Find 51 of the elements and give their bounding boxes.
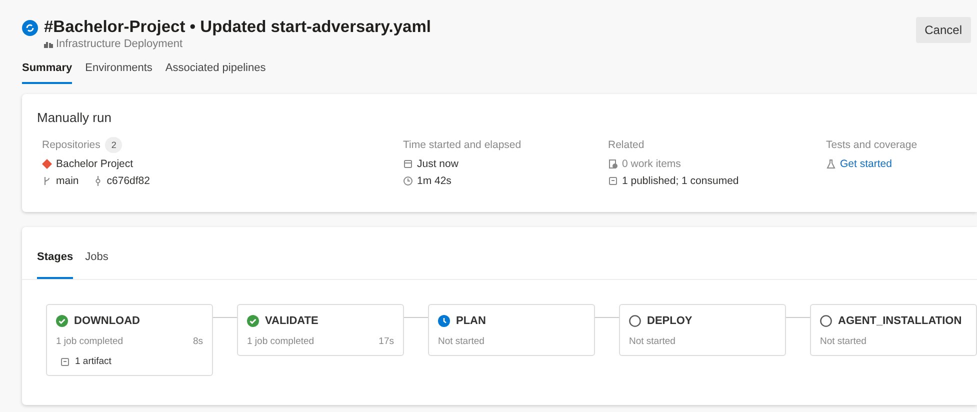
clock-icon bbox=[403, 176, 413, 186]
stage-status: 1 job completed bbox=[247, 336, 314, 347]
column-label: Related bbox=[608, 138, 644, 150]
tab[interactable]: Associated pipelines bbox=[165, 62, 266, 84]
branch-icon bbox=[42, 176, 52, 186]
flask-icon bbox=[826, 159, 836, 169]
stage-status: Not started bbox=[438, 336, 484, 347]
building-icon bbox=[44, 40, 53, 48]
work-items: 0 work items bbox=[622, 158, 681, 170]
column-label: Repositories bbox=[42, 138, 100, 150]
column-label: Tests and coverage bbox=[826, 138, 918, 150]
stage-card[interactable]: PLAN Not started bbox=[428, 304, 595, 356]
tab[interactable]: Summary bbox=[22, 62, 72, 84]
elapsed-time: 1m 42s bbox=[417, 175, 452, 187]
stage-status: Not started bbox=[629, 336, 676, 347]
column-label: Time started and elapsed bbox=[403, 138, 522, 150]
artifact-summary: 1 published; 1 consumed bbox=[622, 175, 739, 187]
stage-name: VALIDATE bbox=[265, 315, 318, 327]
stage-card[interactable]: DEPLOY Not started bbox=[619, 304, 786, 356]
count-badge: 2 bbox=[105, 136, 122, 152]
run-reason: Manually run bbox=[37, 110, 112, 125]
stage-card[interactable]: AGENT_INSTALLATION Not started bbox=[810, 304, 977, 356]
commit-id: c676df82 bbox=[106, 175, 150, 187]
cancel-button[interactable]: Cancel bbox=[916, 17, 971, 43]
start-time: Just now bbox=[417, 158, 458, 170]
branch-name: main bbox=[56, 175, 79, 187]
pipeline-icon bbox=[22, 20, 38, 36]
artifact-icon bbox=[608, 176, 618, 186]
artifact-count: 1 artifact bbox=[75, 356, 112, 367]
pipeline-name: Infrastructure Deployment bbox=[56, 38, 183, 50]
stage-card[interactable]: VALIDATE 1 job completed 17s bbox=[237, 304, 404, 356]
commit-icon bbox=[92, 176, 103, 186]
calendar-icon bbox=[403, 159, 413, 169]
stage-name: DEPLOY bbox=[647, 315, 692, 327]
run-title: #Bachelor-Project • Updated start-adversary.yaml bbox=[44, 17, 432, 37]
stage-name: AGENT_INSTALLATION bbox=[838, 315, 962, 327]
work-item-icon bbox=[608, 159, 618, 169]
tab[interactable]: Environments bbox=[85, 62, 152, 84]
stage-status: Not started bbox=[820, 336, 866, 347]
git-icon bbox=[42, 159, 52, 169]
stage-name: PLAN bbox=[456, 315, 486, 327]
artifact-icon bbox=[60, 356, 70, 366]
stage-duration: 8s bbox=[192, 336, 203, 347]
stage-card[interactable]: DOWNLOAD 1 job completed 8s 1 artifact bbox=[46, 304, 213, 376]
tab[interactable]: Stages bbox=[37, 247, 74, 279]
tab[interactable]: Jobs bbox=[85, 247, 108, 279]
stage-name: DOWNLOAD bbox=[74, 315, 140, 327]
get-started-link[interactable]: Get started bbox=[840, 158, 892, 170]
repository-name: Bachelor Project bbox=[56, 158, 134, 170]
stage-status: 1 job completed bbox=[56, 336, 124, 347]
stage-duration: 17s bbox=[378, 336, 394, 347]
